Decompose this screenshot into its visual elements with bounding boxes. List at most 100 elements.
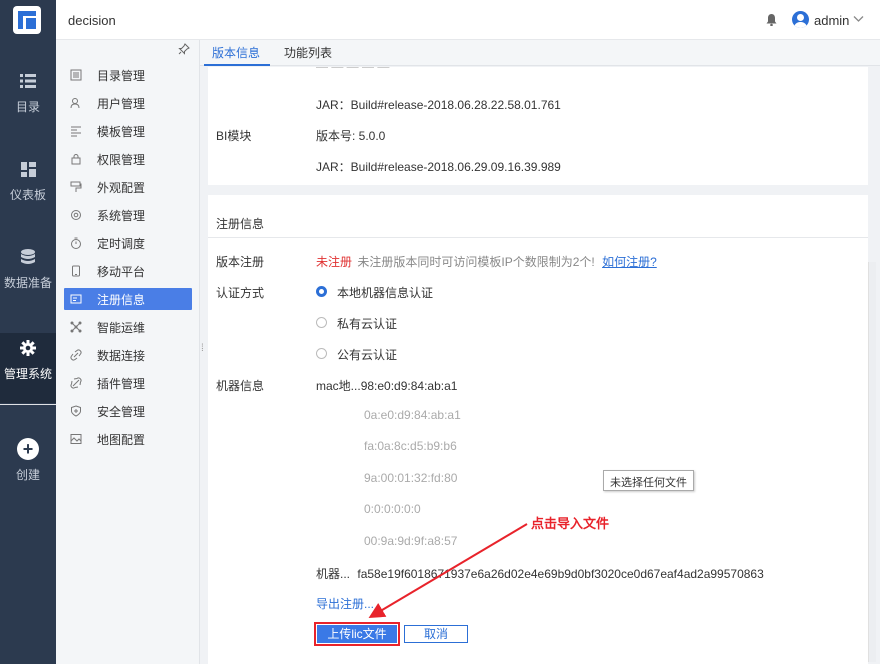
sidebar-item-label: 目录管理 <box>97 68 146 83</box>
app-title: decision <box>68 13 116 28</box>
plugin-icon <box>69 376 83 390</box>
mac-address: 98:e0:d9:84:ab:a1 <box>360 379 458 393</box>
mac-address: 00:9a:9d:9f:a8:57 <box>364 534 458 548</box>
export-register-link[interactable]: 导出注册... <box>316 595 374 612</box>
sidebar-item[interactable]: 地图配置 <box>64 428 192 450</box>
sidebar-item[interactable]: 定时调度 <box>64 232 192 254</box>
sidebar-item-label: 智能运维 <box>97 320 146 335</box>
auth-private-cloud-label[interactable]: 私有云认证 <box>337 315 397 332</box>
rail-item-directory[interactable]: 目录 <box>0 70 56 115</box>
sidebar-item[interactable]: 目录管理 <box>64 64 192 86</box>
app-window: 目录 仪表板 数据准备 管理系统 + 创建 decision admin 目录管… <box>0 0 880 664</box>
sidebar-item[interactable]: 外观配置 <box>64 176 192 198</box>
rail-label: 创建 <box>15 468 40 482</box>
pin-icon[interactable] <box>178 43 190 58</box>
auth-public-cloud-label[interactable]: 公有云认证 <box>337 346 397 363</box>
mobile-icon <box>69 264 83 278</box>
app-logo[interactable] <box>13 6 41 34</box>
sidebar-item[interactable]: 智能运维 <box>64 316 192 338</box>
register-status-note: 未注册版本同时可访问模板IP个数限制为2个! <box>357 255 595 269</box>
chevron-down-icon[interactable] <box>853 12 864 26</box>
top-bar: decision admin <box>56 0 880 40</box>
sidebar-item-label: 插件管理 <box>97 376 146 391</box>
shield-icon <box>69 404 83 418</box>
bi-module-label: BI模块 <box>216 129 252 143</box>
rail-item-data-prep[interactable]: 数据准备 <box>0 246 56 291</box>
cancel-button[interactable]: 取消 <box>404 625 468 643</box>
machine-code: fa58e19f6018671937e6a26d02e4e69b9d0bf302… <box>357 567 764 581</box>
rail-label: 管理系统 <box>3 367 52 381</box>
main-content: — — — — — JAR：Build#release-2018.06.28.2… <box>208 67 868 664</box>
rail-label: 数据准备 <box>3 276 52 290</box>
rail-label: 仪表板 <box>9 188 46 202</box>
version-reg-label: 版本注册 <box>216 255 265 269</box>
auth-private-cloud-radio[interactable] <box>316 317 327 328</box>
sidebar-item-label: 移动平台 <box>97 264 146 279</box>
sidebar-item-label: 用户管理 <box>97 96 146 111</box>
mac-address: 0:0:0:0:0:0 <box>364 502 421 516</box>
sidebar-item[interactable]: 移动平台 <box>64 260 192 282</box>
sidebar-item-label: 模板管理 <box>97 124 146 139</box>
divider <box>208 237 868 238</box>
tab-bar: 版本信息 功能列表 <box>200 40 880 66</box>
plus-circle-icon: + <box>0 438 56 460</box>
paint-icon <box>69 180 83 194</box>
register-card: 注册信息 版本注册 未注册 未注册版本同时可访问模板IP个数限制为2个! 如何注… <box>208 195 868 664</box>
rail-item-dashboard[interactable]: 仪表板 <box>0 158 56 203</box>
version-card: — — — — — JAR：Build#release-2018.06.28.2… <box>208 67 868 185</box>
mac-label: mac地... <box>316 379 361 393</box>
auth-public-cloud-radio[interactable] <box>316 348 327 359</box>
sidebar-item-label: 权限管理 <box>97 152 146 167</box>
database-icon <box>0 246 56 268</box>
bell-icon[interactable] <box>766 14 777 29</box>
rail-divider <box>0 404 56 405</box>
sidebar-item[interactable]: 权限管理 <box>64 148 192 170</box>
auth-method-label: 认证方式 <box>216 286 265 300</box>
resize-handle[interactable]: ⁞ <box>201 343 204 354</box>
settings-icon <box>69 208 83 222</box>
active-tab-indicator <box>204 64 270 66</box>
sidebar-item-label: 安全管理 <box>97 404 146 419</box>
avatar[interactable] <box>792 11 809 28</box>
register-icon <box>69 292 83 306</box>
template-icon <box>69 124 83 138</box>
user-name[interactable]: admin <box>814 13 849 28</box>
sidebar-item[interactable]: 插件管理 <box>64 372 192 394</box>
jar-line-2: JAR：Build#release-2018.06.29.09.16.39.98… <box>316 160 561 174</box>
sidebar-item[interactable]: 注册信息 <box>64 288 192 310</box>
lock-icon <box>69 152 83 166</box>
machine-info-label: 机器信息 <box>216 379 265 393</box>
register-section-title: 注册信息 <box>216 217 265 231</box>
mac-address: fa:0a:8c:d5:b9:b6 <box>364 439 457 453</box>
auth-local-label[interactable]: 本地机器信息认证 <box>337 284 433 301</box>
auth-local-radio[interactable] <box>316 286 327 297</box>
sidebar-item-label: 注册信息 <box>97 292 146 307</box>
bi-version: 版本号: 5.0.0 <box>316 129 386 143</box>
sidebar-item-label: 数据连接 <box>97 348 146 363</box>
scrollbar[interactable] <box>868 262 876 662</box>
sidebar-item[interactable]: 用户管理 <box>64 92 192 114</box>
sidebar-item[interactable]: 安全管理 <box>64 400 192 422</box>
mac-address: 9a:00:01:32:fd:80 <box>364 471 458 485</box>
sidebar-item-label: 定时调度 <box>97 236 146 251</box>
register-status: 未注册 <box>316 255 353 269</box>
sidebar-item-label: 系统管理 <box>97 208 146 223</box>
sidebar-item-label: 外观配置 <box>97 180 146 195</box>
rail-label: 目录 <box>15 100 40 114</box>
ops-icon <box>69 320 83 334</box>
jar-line-1: JAR：Build#release-2018.06.28.22.58.01.76… <box>316 98 561 112</box>
primary-rail: 目录 仪表板 数据准备 管理系统 + 创建 <box>0 0 56 664</box>
upload-lic-button[interactable]: 上传lic文件 <box>317 625 397 643</box>
rail-item-create[interactable]: + 创建 <box>0 438 56 483</box>
how-to-register-link[interactable]: 如何注册? <box>602 255 657 269</box>
rail-item-admin[interactable]: 管理系统 <box>0 333 56 403</box>
sidebar-item[interactable]: 数据连接 <box>64 344 192 366</box>
tab-feature-list[interactable]: 功能列表 <box>284 44 332 61</box>
sidebar-item[interactable]: 模板管理 <box>64 120 192 142</box>
sidebar-item-label: 地图配置 <box>97 432 146 447</box>
register-status-line: 未注册 未注册版本同时可访问模板IP个数限制为2个! 如何注册? <box>316 253 657 270</box>
map-icon <box>69 432 83 446</box>
tab-version-info[interactable]: 版本信息 <box>212 44 260 61</box>
sidebar-item[interactable]: 系统管理 <box>64 204 192 226</box>
clipped-row: — — — — — <box>316 67 389 73</box>
